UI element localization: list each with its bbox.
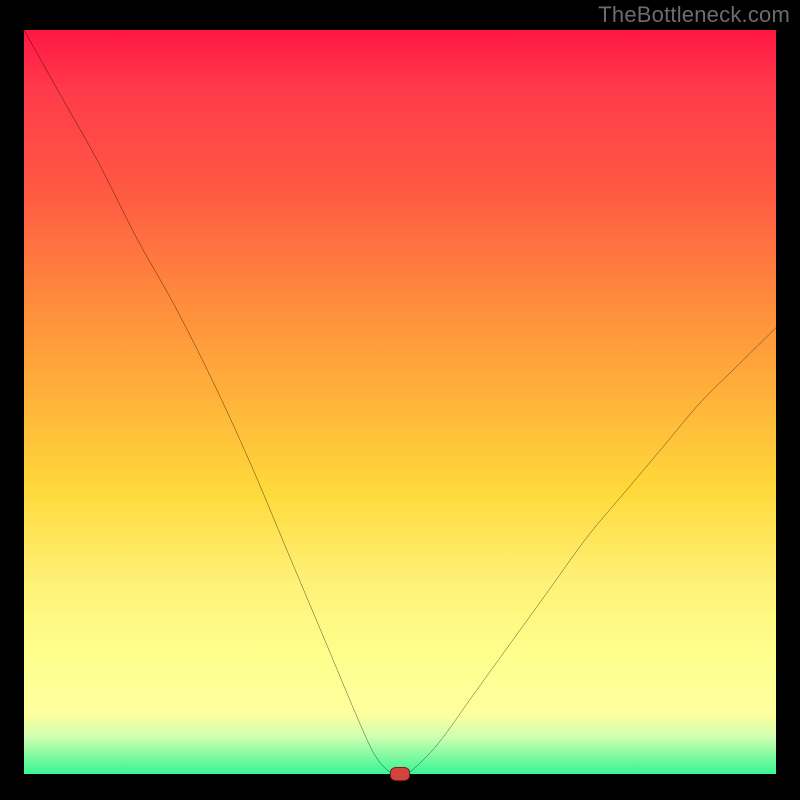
optimal-point-marker [390, 767, 410, 781]
bottleneck-curve [24, 30, 776, 774]
plot-area [24, 30, 776, 774]
watermark-text: TheBottleneck.com [598, 2, 790, 28]
curve-path [24, 30, 776, 774]
chart-frame: TheBottleneck.com [0, 0, 800, 800]
